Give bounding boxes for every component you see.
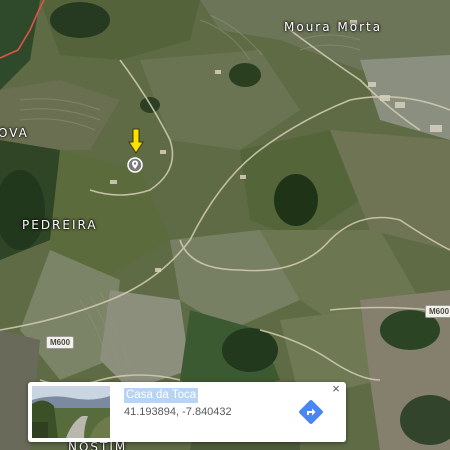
road-shield-m600: M600 [425,305,450,318]
place-title[interactable]: Casa da Toca [124,388,199,403]
location-pin-icon[interactable] [127,157,143,173]
place-photo-thumbnail[interactable] [32,386,110,438]
place-card[interactable]: Casa da Toca 41.193894, -7.840432 × [28,382,346,442]
place-label-pedreira: PEDREIRA [22,218,98,232]
close-icon[interactable]: × [330,382,342,395]
place-label-moura-morta: Moura Morta [284,20,383,34]
directions-icon[interactable] [298,399,324,425]
yellow-down-arrow-icon [128,128,144,154]
road-shield-m600: M600 [46,336,75,349]
place-label-ova: OVA [0,126,29,140]
place-coordinates: 41.193894, -7.840432 [124,406,232,418]
satellite-map[interactable]: Moura Morta OVA PEDREIRA NOSTIM M600 M60… [0,0,450,450]
